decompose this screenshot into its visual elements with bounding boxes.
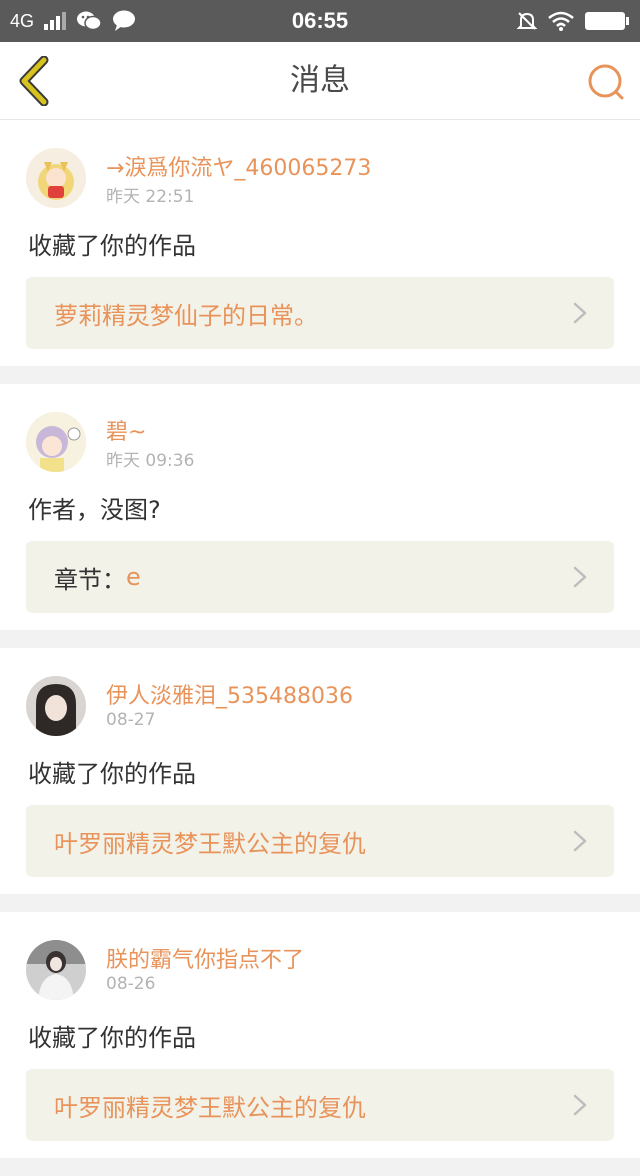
- status-right: [516, 10, 630, 32]
- mute-bell-icon: [516, 10, 538, 32]
- message-text: 收藏了你的作品: [28, 232, 196, 260]
- status-left: 4G: [10, 10, 136, 32]
- chevron-right-icon: [573, 566, 587, 588]
- message-text: 收藏了你的作品: [28, 1024, 196, 1052]
- avatar[interactable]: [26, 412, 86, 472]
- chapter-title: e: [126, 563, 141, 591]
- network-type: 4G: [10, 10, 35, 31]
- avatar[interactable]: [26, 148, 86, 208]
- chevron-right-icon: [573, 1094, 587, 1116]
- top-bar: 消息: [0, 42, 640, 120]
- timestamp: 08-27: [106, 710, 156, 730]
- wifi-icon: [548, 11, 574, 31]
- search-button[interactable]: [586, 62, 626, 102]
- signal-icon: [44, 12, 67, 30]
- message-card: →淚爲你流ヤ_460065273 昨天 22:51 收藏了你的作品 萝莉精灵梦仙…: [0, 120, 640, 366]
- chevron-right-icon: [573, 302, 587, 324]
- message-card: 碧~ 昨天 09:36 作者，没图? 章节： e: [0, 384, 640, 630]
- message-text: 作者，没图?: [28, 496, 161, 524]
- username[interactable]: 朕的霸气你指点不了: [106, 942, 304, 974]
- timestamp: 08-26: [106, 974, 156, 994]
- work-title: 叶罗丽精灵梦王默公主的复仇: [54, 1093, 366, 1122]
- work-link[interactable]: 叶罗丽精灵梦王默公主的复仇: [26, 1069, 614, 1141]
- message-text: 收藏了你的作品: [28, 760, 196, 788]
- chevron-right-icon: [573, 830, 587, 852]
- avatar[interactable]: [26, 676, 86, 736]
- timestamp: 昨天 22:51: [106, 187, 195, 207]
- page-title: 消息: [290, 63, 350, 98]
- work-link[interactable]: 叶罗丽精灵梦王默公主的复仇: [26, 805, 614, 877]
- message-icon: [112, 10, 136, 32]
- message-card: 朕的霸气你指点不了 08-26 收藏了你的作品 叶罗丽精灵梦王默公主的复仇: [0, 912, 640, 1158]
- work-link[interactable]: 萝莉精灵梦仙子的日常。: [26, 277, 614, 349]
- message-card: 伊人淡雅泪_535488036 08-27 收藏了你的作品 叶罗丽精灵梦王默公主…: [0, 648, 640, 894]
- username[interactable]: 碧~: [106, 414, 146, 446]
- work-title: 叶罗丽精灵梦王默公主的复仇: [54, 829, 366, 858]
- avatar[interactable]: [26, 940, 86, 1000]
- wechat-icon: [76, 10, 102, 32]
- message-list: →淚爲你流ヤ_460065273 昨天 22:51 收藏了你的作品 萝莉精灵梦仙…: [0, 120, 640, 1176]
- username[interactable]: →淚爲你流ヤ_460065273: [106, 150, 371, 182]
- chapter-link[interactable]: 章节： e: [26, 541, 614, 613]
- timestamp: 昨天 09:36: [106, 451, 195, 471]
- search-icon: [588, 64, 624, 100]
- work-title: 萝莉精灵梦仙子的日常。: [54, 301, 318, 330]
- chapter-label: 章节：: [54, 565, 126, 594]
- battery-icon: [584, 11, 630, 31]
- username[interactable]: 伊人淡雅泪_535488036: [106, 678, 353, 710]
- status-bar: 4G 06:55: [0, 0, 640, 42]
